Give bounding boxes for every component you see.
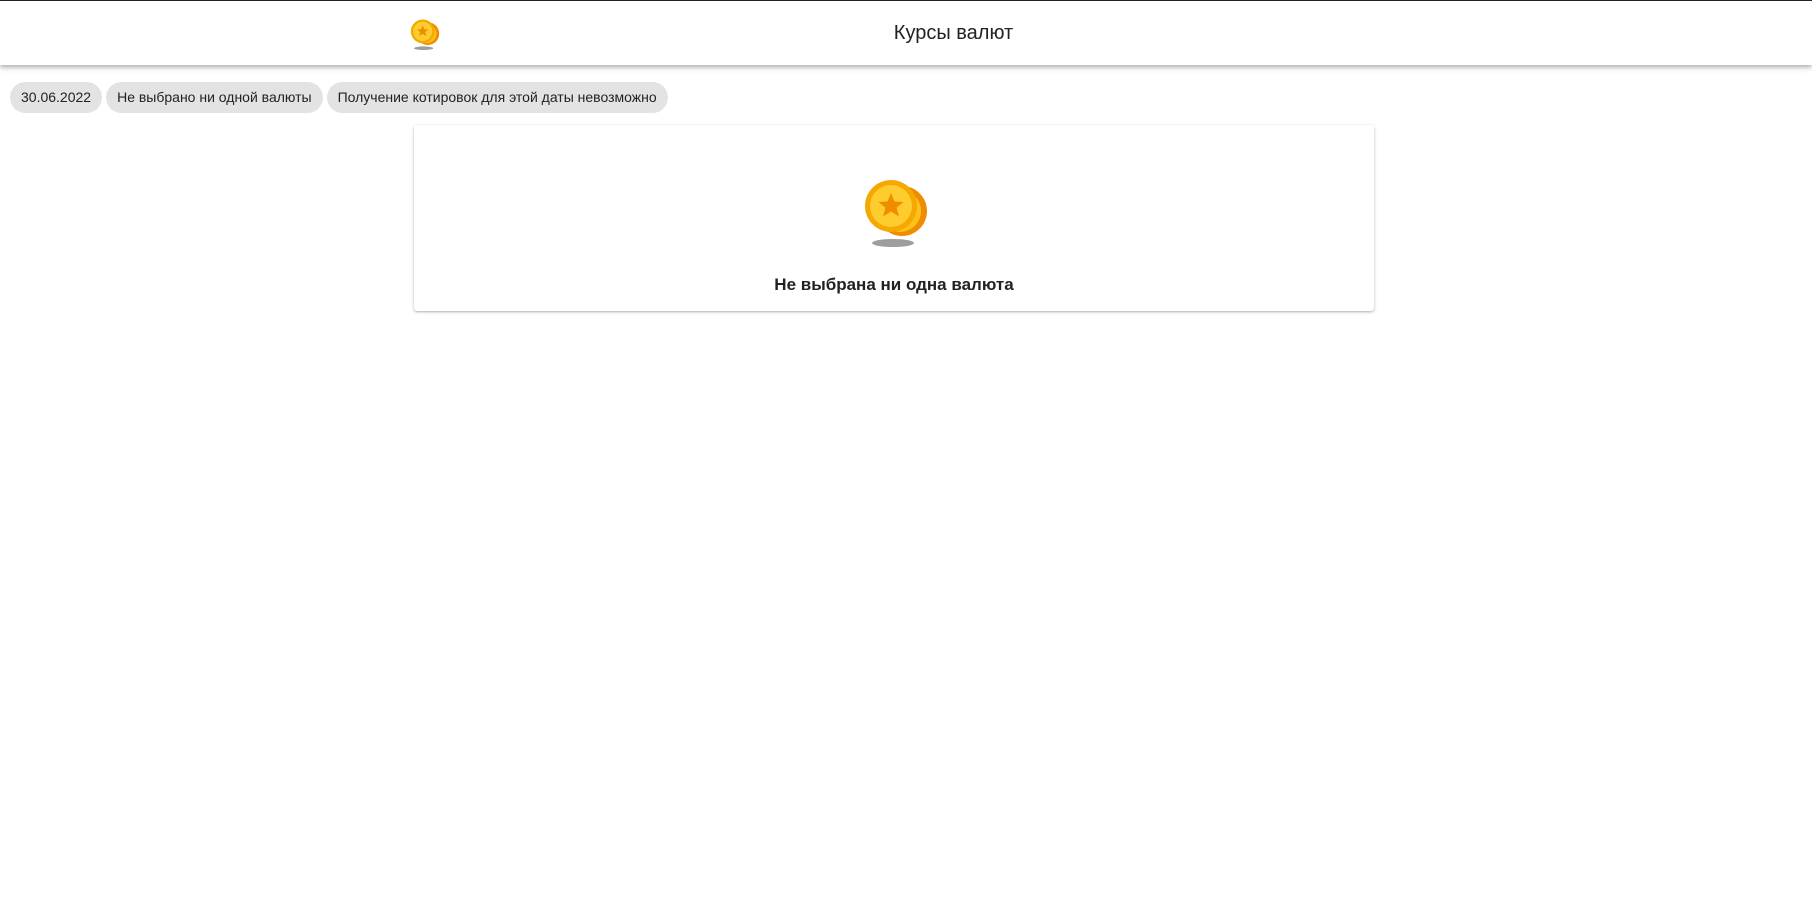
coins-icon	[864, 179, 928, 249]
currency-chip[interactable]: Не выбрано ни одной валюты	[106, 82, 323, 113]
empty-state-card: Не выбрана ни одна валюта	[414, 125, 1374, 311]
page-title: Курсы валют	[893, 22, 1014, 44]
empty-state-message: Не выбрана ни одна валюта	[774, 275, 1014, 294]
status-chip[interactable]: Получение котировок для этой даты невозм…	[326, 82, 668, 113]
filter-chips: 30.06.2022 Не выбрано ни одной валюты По…	[10, 82, 668, 113]
app-header: Курсы валют	[0, 0, 1812, 65]
date-chip[interactable]: 30.06.2022	[10, 82, 103, 113]
